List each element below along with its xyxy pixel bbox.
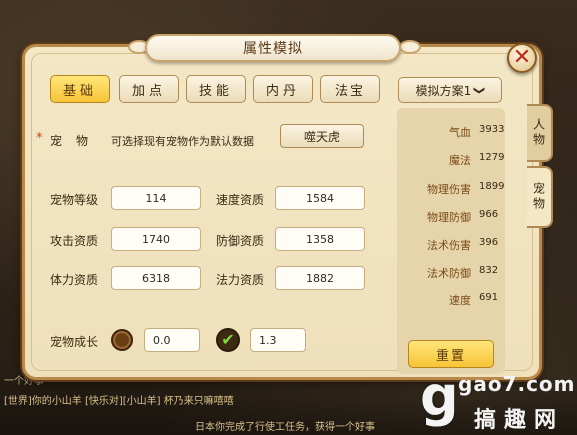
stat-value: 691 — [479, 292, 499, 303]
stat-label: 物理防御 — [427, 211, 471, 224]
stat-label: 法术伤害 — [427, 239, 471, 252]
growth-label: 宠物成长 — [50, 335, 99, 349]
stamina-aptitude-input[interactable]: 6318 — [111, 266, 201, 290]
tab-inner-core[interactable]: 内丹 — [253, 75, 313, 103]
required-star-icon: * — [36, 131, 43, 146]
stat-magic-damage: 法术伤害 396 — [397, 237, 505, 253]
stat-label: 魔法 — [449, 154, 471, 167]
close-icon: ✕ — [512, 45, 532, 70]
panel-title: 属性模拟 — [145, 34, 401, 62]
stat-hp: 气血 3933 — [397, 124, 505, 140]
cloud-ornament-icon — [399, 40, 421, 54]
speed-aptitude-label: 速度资质 — [216, 193, 265, 207]
attack-aptitude-label: 攻击资质 — [50, 234, 99, 248]
magic-aptitude-input[interactable]: 1882 — [275, 266, 365, 290]
stat-magic-defense: 法术防御 832 — [397, 265, 505, 281]
stat-label: 气血 — [449, 126, 471, 139]
stat-value: 832 — [479, 265, 499, 276]
pet-level-label: 宠物等级 — [50, 193, 99, 207]
stat-mp: 魔法 1279 — [397, 152, 505, 168]
close-button[interactable]: ✕ — [507, 43, 537, 73]
defense-aptitude-label: 防御资质 — [216, 234, 265, 248]
tab-add-points[interactable]: 加点 — [119, 75, 179, 103]
tab-skills[interactable]: 技能 — [186, 75, 246, 103]
stat-value: 1279 — [479, 152, 505, 163]
stat-speed: 速度 691 — [397, 292, 505, 308]
stat-value: 966 — [479, 209, 499, 220]
chat-line: 日本你完成了行使工任务，获得一个好事 — [195, 422, 375, 433]
stat-physical-defense: 物理防御 966 — [397, 209, 505, 225]
chat-line: [世界]你的小山羊 [快乐对][小山羊] 杯乃来只嘛嘻嘻 — [4, 396, 234, 407]
defense-aptitude-input[interactable]: 1358 — [275, 227, 365, 251]
magic-aptitude-label: 法力资质 — [216, 273, 265, 287]
watermark-logo-icon: g — [420, 365, 459, 428]
stat-value: 396 — [479, 237, 499, 248]
pet-level-input[interactable]: 114 — [111, 186, 201, 210]
stamina-aptitude-label: 体力资质 — [50, 273, 99, 287]
tab-treasure[interactable]: 法宝 — [320, 75, 380, 103]
scheme-label: 模拟方案1 — [415, 83, 472, 98]
stat-label: 法术防御 — [427, 267, 471, 280]
growth-option2-checkbox[interactable]: ✔ — [216, 328, 240, 352]
growth-option1-radio[interactable] — [111, 329, 133, 351]
chevron-down-icon: ❯ — [473, 85, 487, 95]
stat-value: 3933 — [479, 124, 505, 135]
growth-option1-input[interactable]: 0.0 — [144, 328, 200, 352]
reset-button[interactable]: 重置 — [408, 340, 494, 368]
stat-label: 物理伤害 — [427, 183, 471, 196]
tab-basic[interactable]: 基础 — [50, 75, 110, 103]
stat-physical-damage: 物理伤害 1899 — [397, 181, 505, 197]
side-tab-person[interactable]: 人物 — [527, 104, 553, 162]
pet-hint: 可选择现有宠物作为默认数据 — [111, 135, 254, 148]
speed-aptitude-input[interactable]: 1584 — [275, 186, 365, 210]
watermark-url: gao7.com — [458, 372, 576, 396]
side-tab-pet[interactable]: 宠物 — [527, 166, 553, 228]
pet-select-button[interactable]: 噬天虎 — [280, 124, 364, 148]
watermark-name: 搞趣网 — [474, 408, 565, 433]
stat-label: 速度 — [449, 294, 471, 307]
checkmark-icon: ✔ — [221, 330, 235, 349]
attack-aptitude-input[interactable]: 1740 — [111, 227, 201, 251]
growth-option2-input[interactable]: 1.3 — [250, 328, 306, 352]
stat-value: 1899 — [479, 181, 505, 192]
scheme-dropdown[interactable]: 模拟方案1 ❯ — [398, 77, 502, 103]
pet-label: 宠物 — [50, 134, 103, 148]
